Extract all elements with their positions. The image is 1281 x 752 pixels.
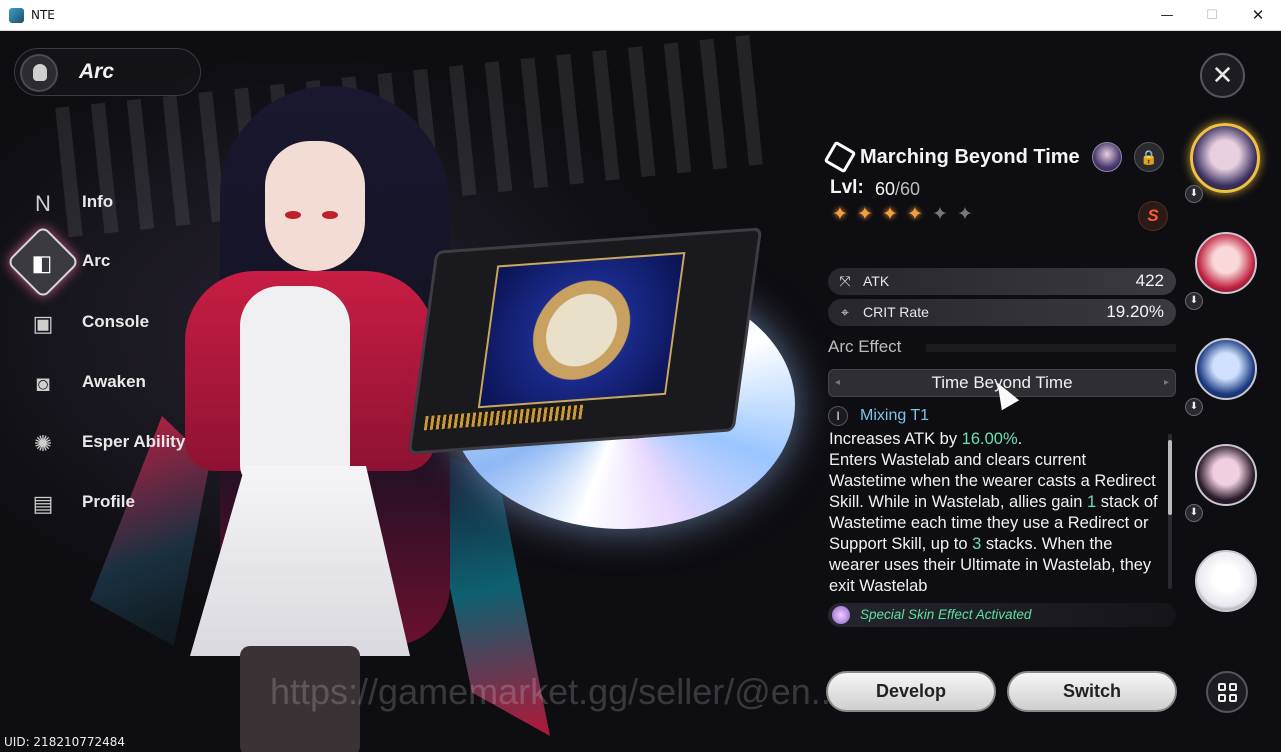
grid-icon <box>1229 694 1237 702</box>
character-emblem-icon <box>20 54 58 92</box>
nav-item-console[interactable]: ▣ Console <box>14 297 214 349</box>
roster-avatar-2[interactable] <box>1195 232 1257 294</box>
star-filled-icon: ✦ <box>907 204 923 225</box>
level-value: 60/60 <box>875 179 920 200</box>
nav-label-esper-ability: Esper Ability <box>82 432 186 451</box>
nav-item-profile[interactable]: ▤ Profile <box>14 477 214 529</box>
effect-highlight-value: 16.00% <box>961 430 1018 448</box>
scrollbar-thumb[interactable] <box>1168 440 1172 515</box>
game-viewport: Arc N Info ◧ Arc ▣ Console ◙ Awaken ✺ Es… <box>0 31 1281 752</box>
roster-avatar-5[interactable] <box>1195 550 1257 612</box>
stat-value: 422 <box>1135 271 1164 290</box>
character-eye-left <box>285 211 301 219</box>
download-arrow-icon[interactable]: ⬇ <box>1185 292 1203 310</box>
star-empty-icon: ✦ <box>932 204 948 225</box>
equipped-by-avatar[interactable] <box>1092 142 1122 172</box>
caret-left-icon: ◂ <box>835 377 841 388</box>
skin-effect-text: Special Skin Effect Activated <box>860 607 1032 622</box>
download-arrow-icon[interactable]: ⬇ <box>1185 185 1203 203</box>
level-label: Lvl: <box>830 177 864 198</box>
star-filled-icon: ✦ <box>857 204 873 225</box>
effect-description: Increases ATK by 16.00%. Enters Wastelab … <box>829 429 1164 597</box>
skin-effect-icon <box>832 606 850 624</box>
lock-icon: 🔒 <box>1140 149 1158 165</box>
maximize-button[interactable]: ☐ <box>1189 0 1235 31</box>
grid-icon <box>1218 694 1226 702</box>
star-empty-icon: ✦ <box>957 204 973 225</box>
console-icon: ▣ <box>32 311 54 336</box>
effect-highlight-value: 3 <box>972 535 982 553</box>
nav-label-console: Console <box>82 312 150 331</box>
arc-cube-icon <box>823 140 857 174</box>
info-icon: N <box>35 191 51 216</box>
arc-effect-divider <box>926 344 1176 352</box>
arc-icon: ◧ <box>6 225 80 299</box>
window-close-button[interactable]: ✕ <box>1235 0 1281 31</box>
nav-label-profile: Profile <box>82 492 135 511</box>
stat-name: ATK <box>863 273 890 289</box>
effect-text-segment: . <box>1017 430 1023 448</box>
star-filled-icon: ✦ <box>882 204 898 225</box>
tier-label: Mixing T1 <box>860 407 930 424</box>
roster-avatar-4[interactable] <box>1195 444 1257 506</box>
star-filled-icon: ✦ <box>832 204 848 225</box>
grid-icon <box>1218 683 1226 691</box>
stat-value: 19.20% <box>1106 302 1164 321</box>
profile-icon: ▤ <box>32 491 54 516</box>
effect-highlight-value: 1 <box>1087 493 1097 511</box>
character-torso <box>240 286 350 486</box>
character-eye-right <box>322 211 338 219</box>
awaken-icon: ◙ <box>36 371 50 396</box>
nav-label-awaken: Awaken <box>82 372 146 391</box>
level-max: /60 <box>895 179 921 199</box>
nav-item-esper-ability[interactable]: ✺ Esper Ability <box>14 417 214 469</box>
effect-text-segment: Increases ATK by <box>829 430 962 448</box>
develop-button[interactable]: Develop <box>826 671 996 712</box>
stat-name: CRIT Rate <box>863 304 929 320</box>
switch-button[interactable]: Switch <box>1007 671 1177 712</box>
atk-icon: ⤧ <box>839 273 851 289</box>
arc-effect-heading: Arc Effect <box>828 337 902 356</box>
lock-button[interactable]: 🔒 <box>1134 142 1164 172</box>
user-id: UID: 218210772484 <box>4 735 126 749</box>
rank-badge: S <box>1138 201 1168 231</box>
roster-avatar-3[interactable] <box>1195 338 1257 400</box>
special-skin-row: Special Skin Effect Activated <box>828 603 1176 627</box>
level-current: 60 <box>875 179 896 199</box>
nav-item-info[interactable]: N Info <box>14 177 214 229</box>
esper-icon: ✺ <box>33 431 53 456</box>
character-name-badge: Arc <box>14 48 201 96</box>
nav-label-arc: Arc <box>82 251 111 270</box>
window-titlebar: NTE — ☐ ✕ <box>0 0 1281 31</box>
minimize-button[interactable]: — <box>1144 0 1190 31</box>
arc-device-slot <box>423 404 585 431</box>
download-arrow-icon[interactable]: ⬇ <box>1185 398 1203 416</box>
grid-icon <box>1229 683 1237 691</box>
watermark-url: https://gamemarket.gg/seller/@en...es <box>270 671 879 712</box>
close-button[interactable]: ✕ <box>1200 53 1245 98</box>
download-arrow-icon[interactable]: ⬇ <box>1185 504 1203 522</box>
nav-label-info: Info <box>82 192 114 211</box>
nav-item-awaken[interactable]: ◙ Awaken <box>14 357 214 409</box>
tier-icon: I <box>828 406 848 426</box>
arc-name: Marching Beyond Time <box>860 146 1080 168</box>
stat-row-atk: ⤧ ATK 422 <box>828 268 1176 295</box>
star-rating: ✦ ✦ ✦ ✦ ✦ ✦ <box>830 205 980 225</box>
stat-row-crit-rate: ⌖ CRIT Rate 19.20% <box>828 299 1176 326</box>
effect-scrollbar[interactable] <box>1168 434 1172 589</box>
roster-avatar-1[interactable] <box>1190 123 1260 193</box>
arc-device-model[interactable] <box>407 227 763 455</box>
character-face <box>265 141 365 271</box>
grid-menu-button[interactable] <box>1206 671 1248 713</box>
character-name: Arc <box>79 60 115 83</box>
app-icon <box>9 8 24 23</box>
arc-device-screen <box>477 251 686 409</box>
caret-right-icon: ▸ <box>1163 377 1169 388</box>
nav-item-arc[interactable]: ◧ Arc <box>6 225 214 299</box>
crit-icon: ⌖ <box>841 304 849 320</box>
window-title: NTE <box>31 8 55 22</box>
